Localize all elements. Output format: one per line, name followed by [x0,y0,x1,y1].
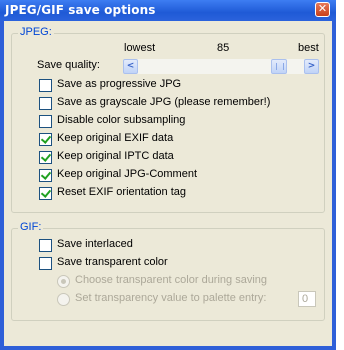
slider-thumb[interactable] [271,59,287,74]
set-transparency-label[interactable]: Set transparency value to palette entry: [75,292,266,304]
quality-scale-current: 85 [217,42,230,54]
set-transparency-radio[interactable] [57,293,70,306]
dialog-window: JPEG/GIF save options ✕ JPEG: lowest 85 … [0,0,336,350]
save-interlaced-label[interactable]: Save interlaced [57,238,133,250]
save-transparent-label[interactable]: Save transparent color [57,256,168,268]
slider-right-arrow-icon[interactable]: > [304,59,319,74]
progressive-jpg-label[interactable]: Save as progressive JPG [57,78,181,90]
grayscale-jpg-checkbox[interactable] [39,97,52,110]
progressive-jpg-checkbox[interactable] [39,79,52,92]
quality-scale-lowest: lowest [124,42,156,54]
keep-comment-checkbox[interactable] [39,169,52,182]
reset-orientation-checkbox[interactable] [39,187,52,200]
choose-transparent-label[interactable]: Choose transparent color during saving [75,274,267,286]
gif-legend: GIF: [18,221,44,233]
slider-left-arrow-icon[interactable]: < [123,59,138,74]
save-quality-label: Save quality: [37,59,100,71]
keep-iptc-checkbox[interactable] [39,151,52,164]
grayscale-jpg-label[interactable]: Save as grayscale JPG (please remember!) [57,96,270,108]
keep-exif-checkbox[interactable] [39,133,52,146]
save-transparent-checkbox[interactable] [39,257,52,270]
disable-subsampling-checkbox[interactable] [39,115,52,128]
save-quality-slider[interactable]: < > [123,59,319,74]
quality-scale-best: best [298,42,319,54]
jpeg-group: JPEG: lowest 85 best Save quality: < > S… [11,26,325,213]
close-icon[interactable]: ✕ [315,2,330,17]
title-bar[interactable]: JPEG/GIF save options ✕ [0,0,336,21]
save-interlaced-checkbox[interactable] [39,239,52,252]
window-title: JPEG/GIF save options [5,3,156,17]
keep-exif-label[interactable]: Keep original EXIF data [57,132,173,144]
gif-group: GIF: Save interlaced Save transparent co… [11,221,325,321]
disable-subsampling-label[interactable]: Disable color subsampling [57,114,185,126]
reset-orientation-label[interactable]: Reset EXIF orientation tag [57,186,186,198]
choose-transparent-radio[interactable] [57,275,70,288]
keep-iptc-label[interactable]: Keep original IPTC data [57,150,174,162]
keep-comment-label[interactable]: Keep original JPG-Comment [57,168,197,180]
palette-entry-field[interactable]: 0 [298,291,316,307]
jpeg-legend: JPEG: [18,26,54,38]
